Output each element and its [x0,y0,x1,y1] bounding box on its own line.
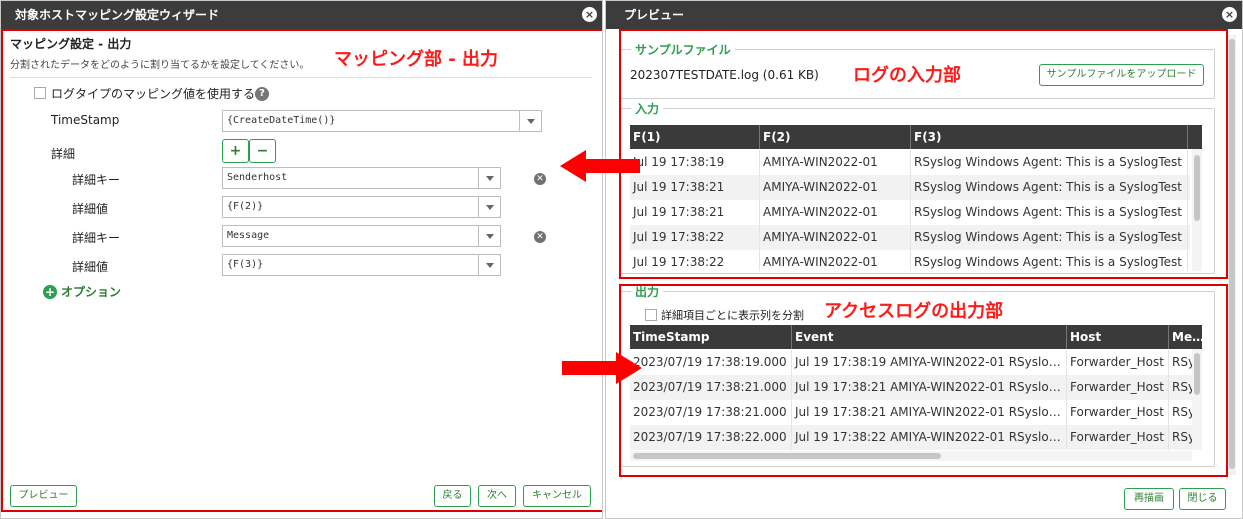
redraw-button[interactable]: 再描画 [1124,488,1174,510]
preview-scrollbar[interactable] [1228,35,1236,475]
annotation-mapping: マッピング部 - 出力 [334,49,499,70]
arrow-right-icon [562,352,642,384]
preview-title: プレビュー [606,1,1242,29]
preview-dialog: プレビュー × サンプルファイル 202307TESTDATE.log (0.6… [605,0,1243,519]
annotation-output: アクセスログの出力部 [824,301,1004,322]
close-button[interactable]: 閉じる [1179,488,1226,510]
close-icon[interactable]: × [1222,7,1237,22]
annotation-box-mapping [1,29,602,512]
close-icon[interactable]: × [582,7,597,22]
arrow-left-icon [560,150,640,182]
mapping-wizard-dialog: 対象ホストマッピング設定ウィザード × マッピング設定 - 出力 分割されたデー… [0,0,603,519]
wizard-title: 対象ホストマッピング設定ウィザード [1,1,602,29]
annotation-input: ログの入力部 [853,65,961,86]
